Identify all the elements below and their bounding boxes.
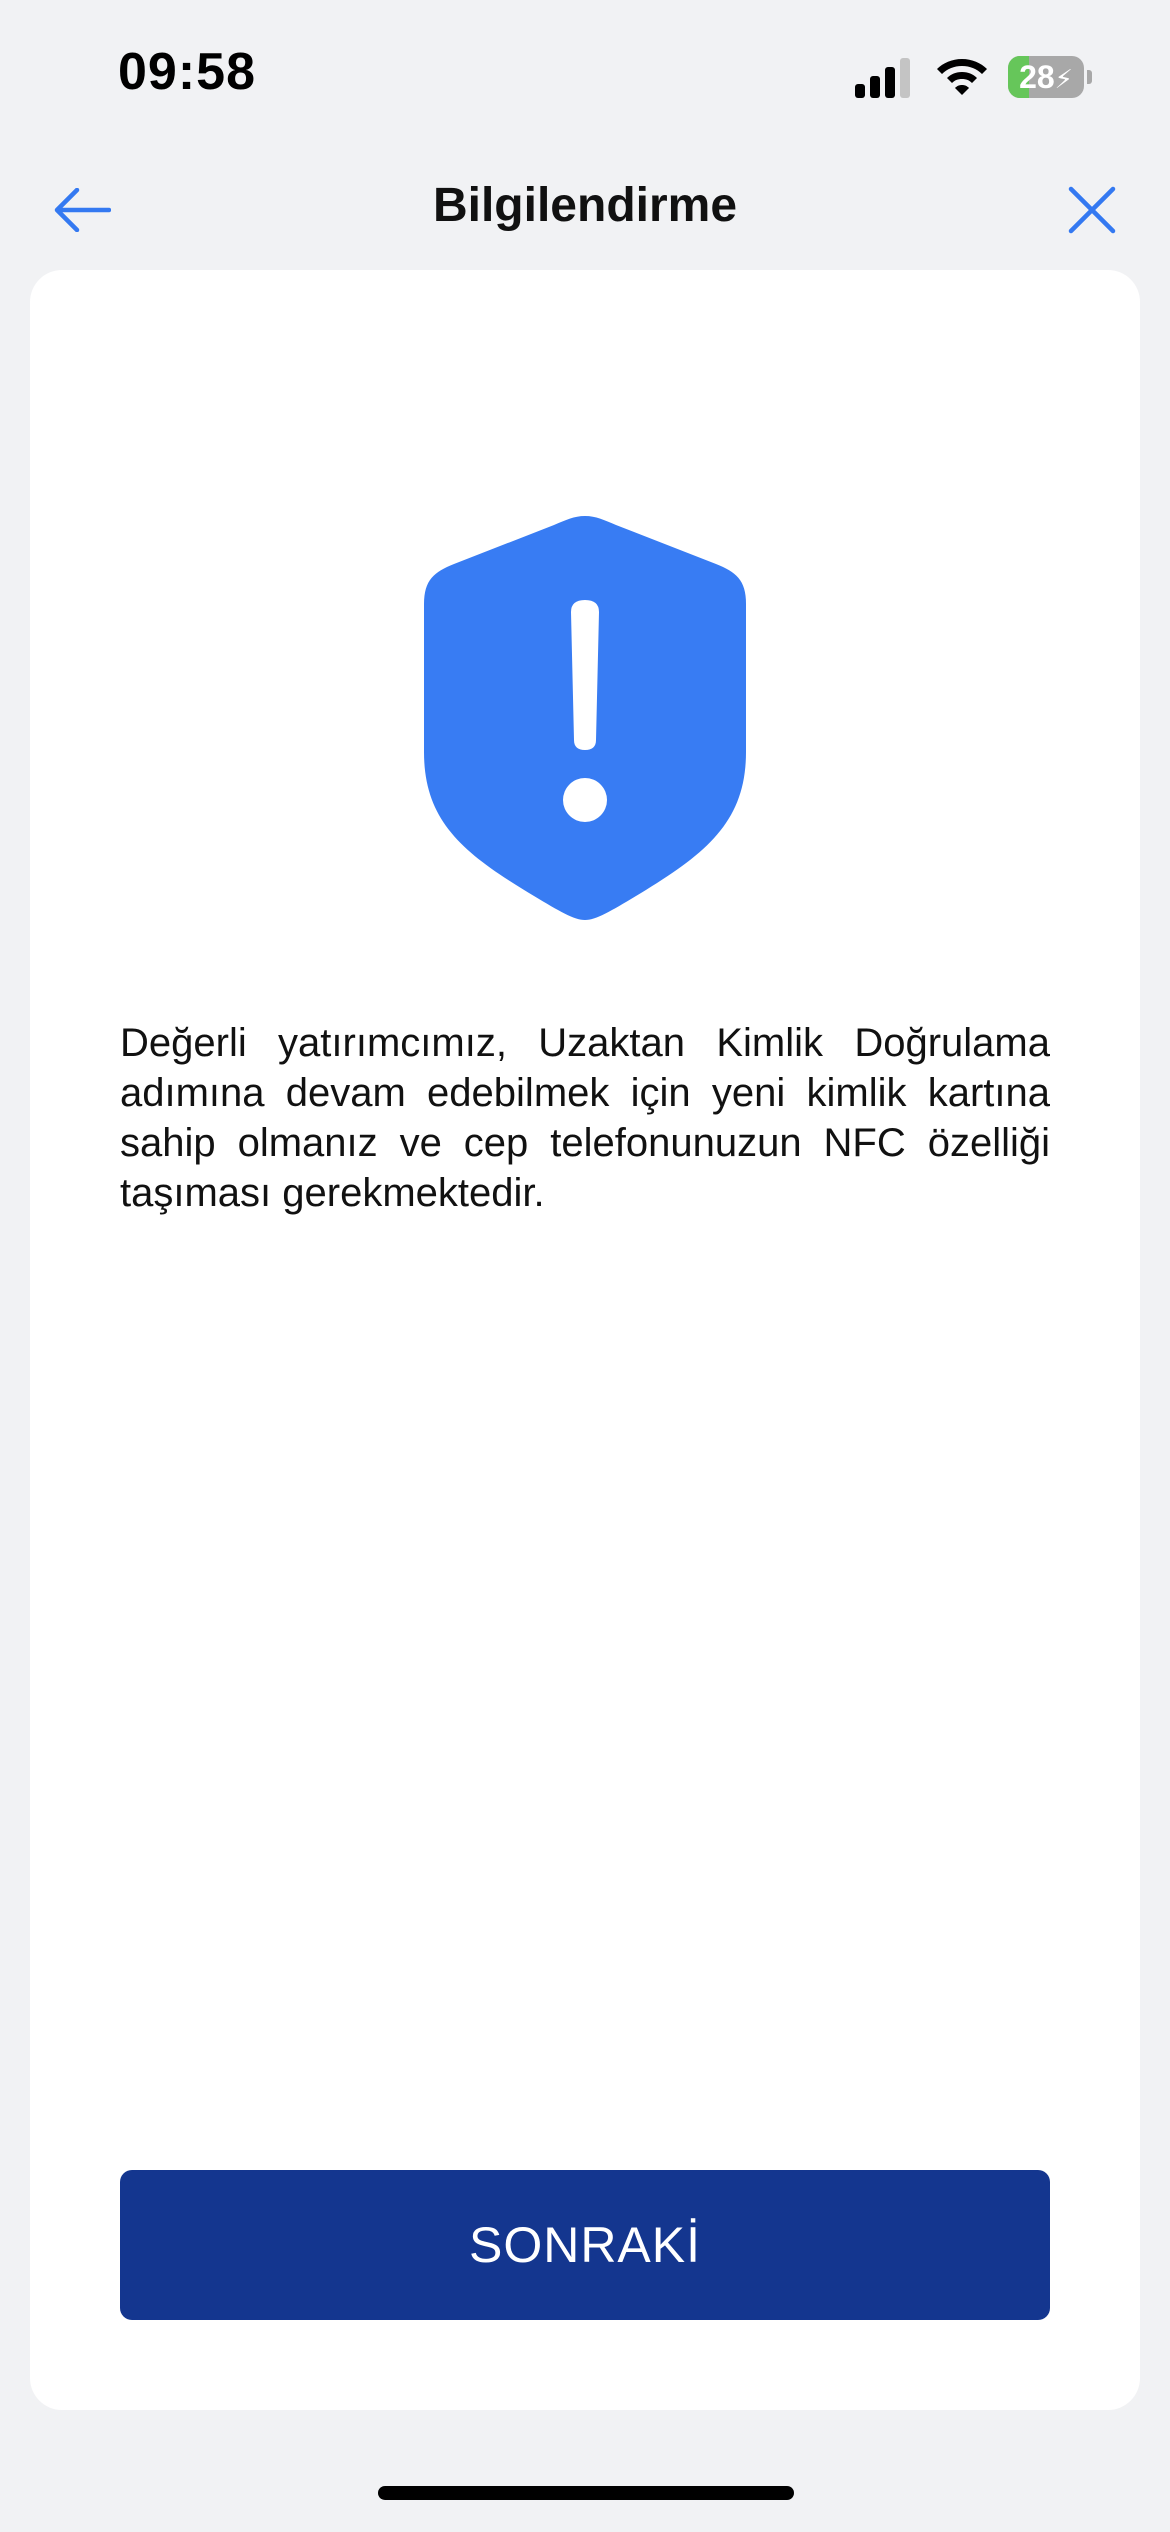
battery-charging-icon: 28⚡ xyxy=(1008,56,1092,98)
shield-exclamation-icon xyxy=(424,516,746,920)
wifi-icon xyxy=(937,59,987,95)
page-title: Bilgilendirme xyxy=(432,179,738,232)
info-message: Değerli yatırımcımız, Uzaktan Kimlik Doğ… xyxy=(120,1021,1050,1215)
close-button[interactable] xyxy=(1052,170,1132,250)
battery-level: 28⚡ xyxy=(1019,59,1073,95)
status-time: 09:58 xyxy=(118,43,256,101)
next-button[interactable]: SONRAKİ xyxy=(120,2170,1050,2320)
signal-icon xyxy=(855,58,910,98)
status-bar: 09:58 28⚡ xyxy=(0,0,1170,150)
close-icon xyxy=(1068,186,1116,234)
info-card: Değerli yatırımcımız, Uzaktan Kimlik Doğ… xyxy=(30,270,1140,2410)
home-indicator[interactable] xyxy=(378,2486,794,2500)
